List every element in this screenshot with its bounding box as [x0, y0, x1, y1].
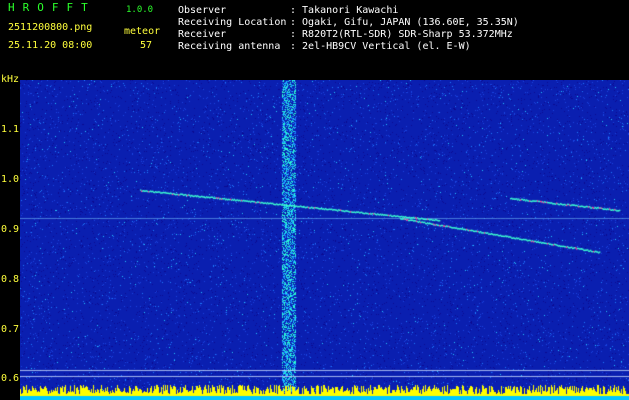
meteor-count: 57 [140, 40, 153, 51]
header: HROFFT 1.0.0 2511200800.png meteor 25.11… [0, 0, 629, 72]
info-receiver-key: Receiver [178, 29, 227, 40]
y-tick: 1.1 [1, 124, 20, 135]
y-axis-bar [0, 72, 20, 400]
timestamp: 25.11.20 08:00 [8, 40, 93, 51]
spectrogram-canvas [20, 80, 629, 400]
spectrogram-waterfall [20, 80, 629, 400]
y-axis-unit: kHz [1, 74, 20, 85]
info-antenna-value: : 2el-HB9CV Vertical (el. E-W) [290, 41, 471, 52]
info-antenna-key: Receiving antenna [178, 41, 281, 52]
file-name: 2511200800.png [8, 22, 93, 33]
info-receiver-value: : R820T2(RTL-SDR) SDR-Sharp 53.372MHz [290, 29, 513, 40]
y-tick: 0.8 [1, 274, 20, 285]
y-tick: 0.6 [1, 373, 20, 384]
y-tick: 0.9 [1, 224, 20, 235]
y-tick: 1.0 [1, 174, 20, 185]
info-location-key: Receiving Location [178, 17, 287, 28]
meteor-label: meteor [124, 26, 161, 37]
info-location-value: : Ogaki, Gifu, JAPAN (136.60E, 35.35N) [290, 17, 519, 28]
info-observer-value: : Takanori Kawachi [290, 5, 399, 16]
app-version: 1.0.0 [126, 5, 154, 15]
info-observer-key: Observer [178, 5, 227, 16]
app-logo: HROFFT [8, 1, 96, 14]
y-tick: 0.7 [1, 324, 20, 335]
x-axis-bar [0, 72, 629, 80]
